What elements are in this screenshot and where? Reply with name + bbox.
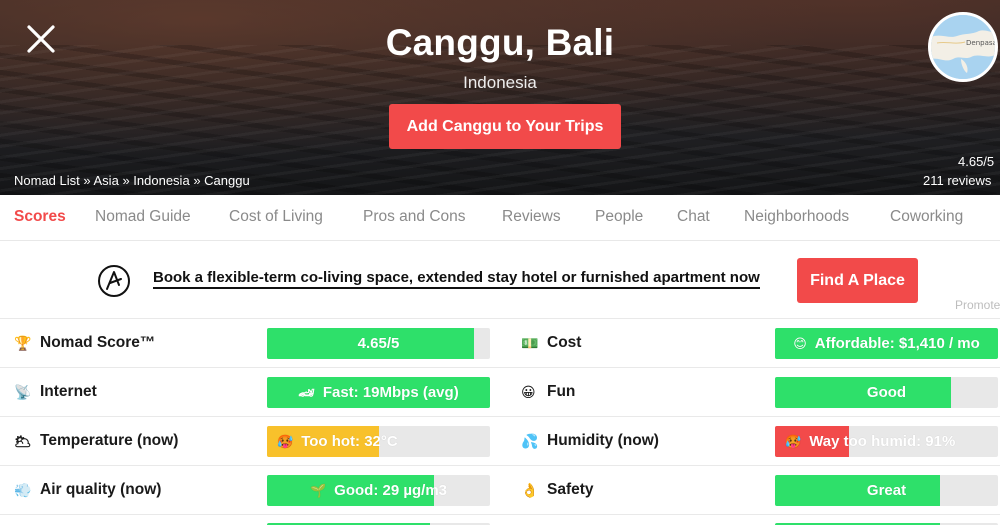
score-value: Good <box>775 377 998 408</box>
breadcrumb-item-indonesia[interactable]: Indonesia <box>133 173 189 188</box>
score-row-partial <box>0 514 1000 525</box>
map-label: Denpasar <box>966 39 995 47</box>
breadcrumb-item-nomad-list[interactable]: Nomad List <box>14 173 80 188</box>
score-bar[interactable]: 🌱 Good: 29 µg/m3 <box>267 475 490 506</box>
droplets-icon: 💦 <box>521 432 539 449</box>
country-name: Indonesia <box>463 73 537 92</box>
city-hero: Canggu, Bali Indonesia Add Canggu to You… <box>0 0 1000 195</box>
score-bar[interactable]: Great <box>775 475 998 506</box>
wind-icon: 💨 <box>14 481 32 498</box>
score-emoji-icon: 🥵 <box>785 433 802 449</box>
city-title: Canggu, Bali <box>385 22 615 63</box>
score-value: 🥵 Way too humid: 91% <box>775 426 998 457</box>
score-value-text: Good: 29 µg/m3 <box>334 482 447 499</box>
tab-neighborhoods[interactable]: Neighborhoods <box>744 195 849 240</box>
rating-reviews: 211 reviews <box>923 173 992 188</box>
map-icon: Denpasar <box>931 15 995 79</box>
ok-hand-icon: 👌 <box>521 481 539 498</box>
score-value: Great <box>775 475 998 506</box>
score-emoji-icon: 🏎 <box>298 384 315 400</box>
score-row: 💨 Air quality (now) 🌱 Good: 29 µg/m3 👌 Safety… <box>0 465 1000 514</box>
score-bar[interactable]: 😊 Affordable: $1,410 / mo <box>775 328 998 359</box>
score-value: 🌱 Good: 29 µg/m3 <box>267 475 490 506</box>
score-value-text: 4.65/5 <box>357 335 400 352</box>
score-value-text: Good <box>866 384 907 401</box>
score-row: 🌥 Temperature (now) 🥵 Too hot: 32°C 💦 Humidit… <box>0 416 1000 465</box>
score-label-text: Nomad Score™ <box>40 334 156 351</box>
find-a-place-button[interactable]: Find A Place <box>797 258 918 303</box>
tab-reviews[interactable]: Reviews <box>502 195 561 240</box>
score-emoji-icon: 🥵 <box>277 433 294 449</box>
coliving-logo-icon <box>97 264 131 298</box>
tab-cost-of-living[interactable]: Cost of Living <box>229 195 323 240</box>
smile-icon: 😀 <box>521 383 536 400</box>
score-value: 🏎 Fast: 19Mbps (avg) <box>267 377 490 408</box>
score-value-text: Affordable: $1,410 / mo <box>814 335 980 352</box>
score-value: 🥵 Too hot: 32°C <box>267 426 490 457</box>
score-label: 👌 Safety <box>521 466 594 514</box>
score-label: 💦 Humidity (now) <box>521 417 659 465</box>
score-label-text: Humidity (now) <box>547 432 659 449</box>
rating-summary[interactable]: 4.65/5 211 reviews <box>920 152 1000 190</box>
score-bar[interactable]: 🥵 Way too humid: 91% <box>775 426 998 457</box>
cloud-icon: 🌥 <box>14 432 32 449</box>
section-tabs: Scores Nomad Guide Cost of Living Pros a… <box>0 195 1000 241</box>
score-value-text: Too hot: 32°C <box>301 433 398 450</box>
promoted-label: Promoted <box>955 298 1000 312</box>
score-label-text: Fun <box>547 383 576 400</box>
score-emoji-icon: 🌱 <box>309 482 327 498</box>
breadcrumb-item-canggu[interactable]: Canggu <box>204 173 250 188</box>
score-label: 💵 Cost <box>521 319 581 367</box>
trophy-icon: 🏆 <box>14 334 32 351</box>
tab-people[interactable]: People <box>595 195 643 240</box>
breadcrumb-separator: » <box>83 173 91 188</box>
score-bar[interactable]: 🏎 Fast: 19Mbps (avg) <box>267 377 490 408</box>
tab-nomad-guide[interactable]: Nomad Guide <box>95 195 191 240</box>
score-value: 4.65/5 <box>267 328 490 359</box>
tab-scores[interactable]: Scores <box>14 195 66 240</box>
breadcrumb-item-asia[interactable]: Asia <box>94 173 119 188</box>
score-label: 🏆 Nomad Score™ <box>14 319 155 367</box>
score-label: 😀 Fun <box>521 368 575 416</box>
score-bar[interactable]: 🥵 Too hot: 32°C <box>267 426 490 457</box>
breadcrumb: Nomad List » Asia » Indonesia » Canggu <box>14 173 250 188</box>
breadcrumb-separator: » <box>193 173 201 188</box>
score-value-text: Great <box>866 482 907 499</box>
score-bar[interactable]: 4.65/5 <box>267 328 490 359</box>
score-label-text: Cost <box>547 334 582 351</box>
score-row: 📡 Internet 🏎 Fast: 19Mbps (avg) 😀 Fun Good <box>0 367 1000 416</box>
add-to-trips-button[interactable]: Add Canggu to Your Trips <box>389 104 621 149</box>
tab-pros-and-cons[interactable]: Pros and Cons <box>363 195 466 240</box>
score-label-text: Air quality (now) <box>40 481 162 498</box>
promo-link[interactable]: Book a flexible-term co-living space, ex… <box>153 269 760 289</box>
score-label-text: Safety <box>547 481 594 498</box>
breadcrumb-separator: » <box>122 173 130 188</box>
tab-coworking[interactable]: Coworking <box>890 195 963 240</box>
tab-chat[interactable]: Chat <box>677 195 710 240</box>
rating-score: 4.65/5 <box>958 154 995 169</box>
score-label: 🌥 Temperature (now) <box>14 417 178 465</box>
score-label-text: Internet <box>40 383 97 400</box>
score-label-text: Temperature (now) <box>40 432 179 449</box>
score-row: 🏆 Nomad Score™ 4.65/5 💵 Cost 😊 Affordable: $1,… <box>0 318 1000 367</box>
score-label: 📡 Internet <box>14 368 97 416</box>
score-emoji-icon: 😊 <box>793 335 807 351</box>
map-thumbnail[interactable]: Denpasar <box>928 12 998 82</box>
score-value: 😊 Affordable: $1,410 / mo <box>775 328 998 359</box>
score-value-text: Fast: 19Mbps (avg) <box>322 384 459 401</box>
score-label: 💨 Air quality (now) <box>14 466 161 514</box>
score-bar[interactable]: Good <box>775 377 998 408</box>
satellite-icon: 📡 <box>14 383 32 400</box>
score-value-text: Way too humid: 91% <box>809 433 956 450</box>
money-icon: 💵 <box>521 334 539 351</box>
